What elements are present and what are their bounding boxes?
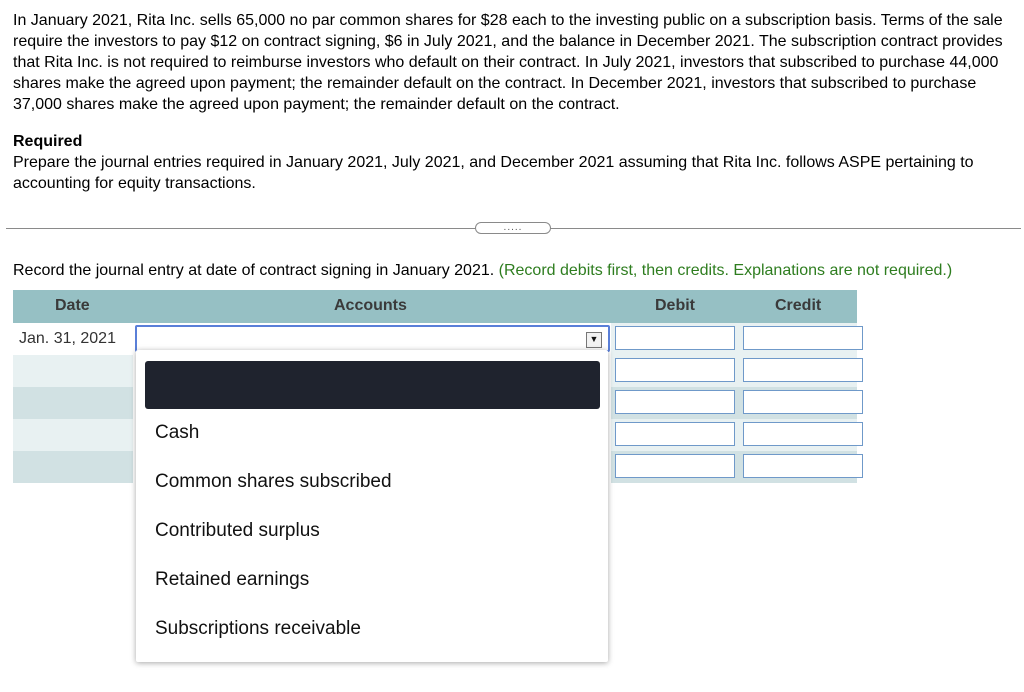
dropdown-option-subscriptions-receivable[interactable]: Subscriptions receivable xyxy=(155,617,361,641)
entry-date: Jan. 31, 2021 xyxy=(19,330,116,347)
header-debit: Debit xyxy=(655,297,695,314)
credit-input-5[interactable] xyxy=(743,454,863,478)
header-date: Date xyxy=(55,297,90,314)
debit-input-4[interactable] xyxy=(615,422,735,446)
account-dropdown-list: Cash Common shares subscribed Contribute… xyxy=(136,350,608,662)
instruction-text: Record the journal entry at date of cont… xyxy=(13,260,952,281)
dropdown-option-contributed-surplus[interactable]: Contributed surplus xyxy=(155,519,320,543)
debit-input-2[interactable] xyxy=(615,358,735,382)
debit-input-5[interactable] xyxy=(615,454,735,478)
account-select[interactable]: ▼ xyxy=(135,325,610,352)
instruction-main: Record the journal entry at date of cont… xyxy=(13,262,495,279)
credit-input-2[interactable] xyxy=(743,358,863,382)
debit-input-1[interactable] xyxy=(615,326,735,350)
header-accounts: Accounts xyxy=(334,297,407,314)
date-cell xyxy=(13,355,133,387)
debit-input-3[interactable] xyxy=(615,390,735,414)
problem-statement: In January 2021, Rita Inc. sells 65,000 … xyxy=(13,12,1003,113)
credit-input-3[interactable] xyxy=(743,390,863,414)
required-text: Prepare the journal entries required in … xyxy=(13,154,974,192)
date-cell: Jan. 31, 2021 xyxy=(13,323,133,355)
dropdown-arrow-icon[interactable]: ▼ xyxy=(586,332,602,348)
expand-button[interactable]: ..... xyxy=(475,222,551,234)
dropdown-option-cash[interactable]: Cash xyxy=(155,421,199,445)
date-cell xyxy=(13,451,133,483)
date-cell xyxy=(13,419,133,451)
dropdown-option-common-shares-subscribed[interactable]: Common shares subscribed xyxy=(155,470,392,494)
required-heading: Required xyxy=(13,133,83,150)
table-header: Date Accounts Debit Credit xyxy=(13,290,857,323)
dropdown-option-blank-highlighted[interactable] xyxy=(145,361,600,409)
credit-input-4[interactable] xyxy=(743,422,863,446)
date-cell xyxy=(13,387,133,419)
dropdown-option-retained-earnings[interactable]: Retained earnings xyxy=(155,568,309,592)
instruction-note: (Record debits first, then credits. Expl… xyxy=(498,262,953,279)
credit-input-1[interactable] xyxy=(743,326,863,350)
header-credit: Credit xyxy=(775,297,822,314)
